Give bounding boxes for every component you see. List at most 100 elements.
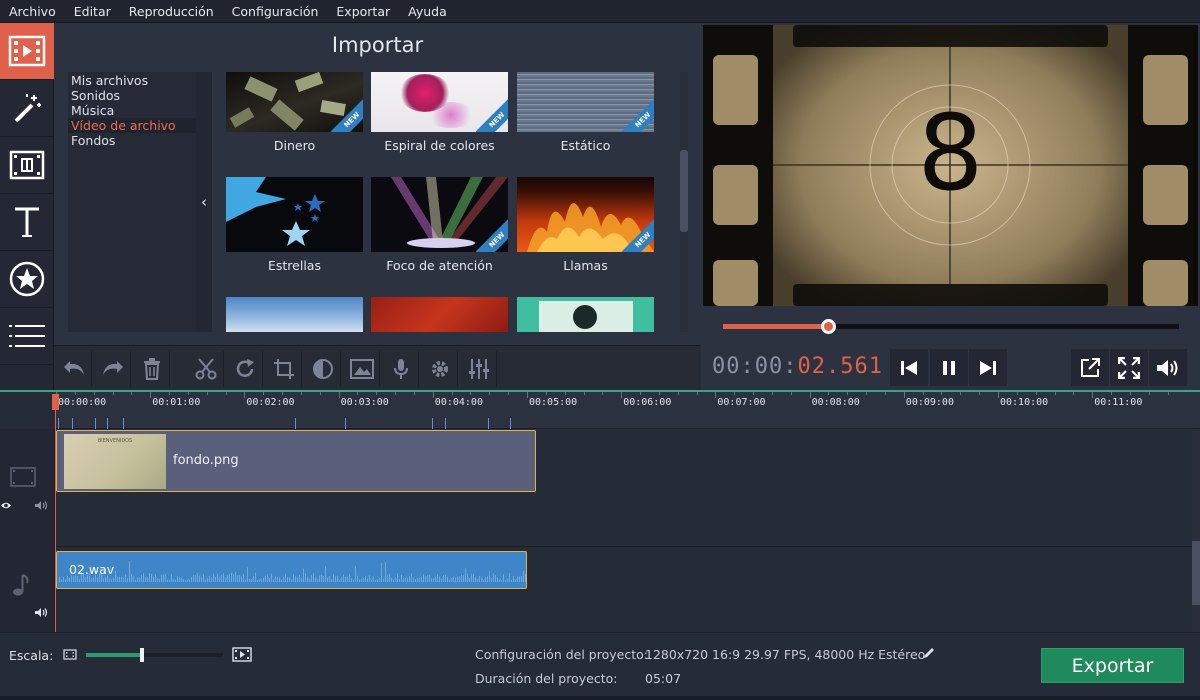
fullscreen-button[interactable] (1110, 349, 1148, 386)
waveform-bar (113, 577, 114, 582)
video-clip[interactable]: BIENVENIDOS fondo.png (56, 430, 536, 492)
waveform-bar (513, 576, 514, 582)
ruler-minor-tick (1148, 392, 1150, 395)
crop-button[interactable] (266, 351, 302, 387)
waveform-bar (507, 578, 508, 582)
record-audio-button[interactable] (383, 351, 419, 387)
menu-exportar[interactable]: Exportar (327, 0, 399, 23)
ruler-minor-tick (112, 392, 114, 395)
next-button[interactable] (969, 349, 1007, 386)
media-tile-textura-roja[interactable] (371, 297, 508, 332)
clip-boundary-marker (345, 418, 346, 429)
audio-clip[interactable]: 02.wav (56, 551, 527, 589)
track-speaker-icon[interactable] (34, 607, 48, 618)
rotate-button[interactable] (227, 351, 263, 387)
waveform-bar (119, 576, 120, 582)
pencil-icon[interactable] (922, 646, 936, 660)
media-tile-llamas[interactable]: NEW Llamas (517, 177, 654, 273)
cut-button[interactable] (188, 351, 224, 387)
media-label: Dinero (273, 138, 316, 153)
media-grid-scrollbar[interactable] (680, 72, 688, 332)
clip-properties-button[interactable] (422, 351, 458, 387)
menu-reproduccion[interactable]: Reproducción (120, 0, 223, 23)
category-musica[interactable]: Música (68, 103, 196, 118)
media-tile-estrellas[interactable]: Estrellas (226, 177, 363, 273)
media-tile-cielo[interactable] (226, 297, 363, 332)
scale-slider[interactable] (86, 648, 223, 662)
playhead[interactable] (52, 394, 59, 634)
menu-configuracion[interactable]: Configuración (223, 0, 328, 23)
scale-slider-fill (86, 653, 143, 657)
waveform-bar (145, 577, 146, 582)
titles-tool[interactable] (0, 194, 54, 251)
waveform-bar (155, 574, 156, 582)
category-sonidos[interactable]: Sonidos (68, 88, 196, 103)
waveform-bar (73, 576, 74, 582)
ruler-minor-tick (300, 392, 302, 395)
waveform-bar (239, 574, 240, 582)
menu-ayuda[interactable]: Ayuda (399, 0, 456, 23)
media-tile-estatico[interactable]: NEW Estático (517, 72, 654, 153)
waveform-bar (465, 568, 466, 582)
playhead-handle[interactable] (52, 394, 59, 410)
collapse-categories-button[interactable]: ‹ (196, 72, 212, 332)
media-tile-pantalla[interactable] (517, 297, 654, 332)
redo-button[interactable] (95, 351, 131, 387)
media-tile-foco-de-atencion[interactable]: NEW Foco de atención (371, 177, 508, 273)
timeline-scrollbar[interactable] (1192, 429, 1200, 634)
undo-button[interactable] (56, 351, 92, 387)
zoom-out-icon[interactable] (63, 649, 77, 660)
waveform-bar (129, 561, 130, 582)
transitions-tool[interactable] (0, 137, 54, 194)
menu-editar[interactable]: Editar (65, 0, 120, 23)
waveform-bar (311, 574, 312, 582)
eye-icon[interactable] (0, 501, 12, 510)
export-button[interactable]: Exportar (1041, 648, 1184, 683)
playback-seek-bar[interactable] (723, 319, 1179, 334)
waveform-bar (231, 573, 232, 582)
audio-equalizer-button[interactable] (461, 351, 497, 387)
waveform-bar (439, 576, 440, 582)
category-fondos[interactable]: Fondos (68, 133, 196, 148)
waveform-bar (489, 571, 490, 582)
media-tile-dinero[interactable]: NEW Dinero (226, 72, 363, 153)
clip-boundary-marker (107, 418, 108, 429)
waveform-bar (135, 579, 136, 582)
waveform-bar (185, 579, 186, 582)
scale-label: Escala: (9, 648, 54, 663)
video-preview[interactable]: 8 (703, 25, 1198, 306)
waveform-bar (411, 573, 412, 582)
volume-button[interactable] (1149, 349, 1187, 386)
category-mis-archivos[interactable]: Mis archivos (68, 73, 196, 88)
detach-preview-button[interactable] (1071, 349, 1109, 386)
media-tile-espiral-de-colores[interactable]: NEW Espiral de colores (371, 72, 508, 153)
ruler-tick (715, 392, 717, 398)
scrollbar-thumb[interactable] (1192, 541, 1200, 605)
more-tools[interactable] (0, 308, 54, 365)
import-tool[interactable] (0, 23, 54, 80)
zoom-in-icon[interactable] (232, 647, 252, 662)
timeline-ruler[interactable]: 00:00:00 00:01:00 00:02:00 00:03:00 00:04:00… (55, 392, 1200, 429)
waveform-bar (365, 576, 366, 582)
stickers-tool[interactable] (0, 251, 54, 308)
menu-archivo[interactable]: Archivo (0, 0, 65, 23)
ruler-tick (998, 392, 999, 398)
waveform-bar (267, 574, 268, 582)
scrollbar-thumb[interactable] (680, 150, 688, 232)
waveform-bar (97, 577, 98, 582)
delete-button[interactable] (134, 351, 170, 387)
waveform-bar (475, 577, 476, 582)
color-adjust-button[interactable] (305, 351, 341, 387)
waveform-bar (431, 578, 432, 582)
seek-handle[interactable] (820, 319, 836, 334)
pause-button[interactable] (930, 349, 968, 386)
filters-tool[interactable] (0, 80, 54, 137)
scale-slider-handle[interactable] (140, 648, 145, 662)
image-button[interactable] (344, 351, 380, 387)
previous-button[interactable] (890, 349, 928, 386)
ruler-minor-tick (1035, 392, 1037, 395)
category-video-de-archivo[interactable]: Vídeo de archivo (68, 118, 196, 133)
waveform-bar (501, 579, 502, 582)
waveform-bar (425, 576, 426, 582)
track-speaker-icon[interactable] (34, 500, 48, 511)
